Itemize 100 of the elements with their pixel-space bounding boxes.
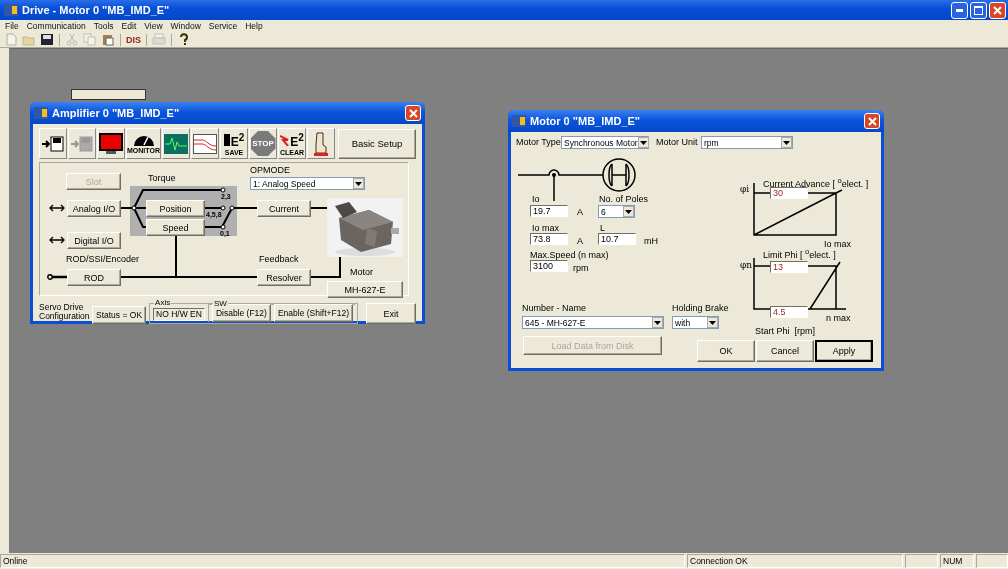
poles-dropdown[interactable]: 6 [598, 205, 635, 218]
close-icon [408, 108, 418, 118]
close-button[interactable] [405, 105, 421, 121]
opmode-label: OPMODE [250, 165, 290, 175]
menu-item[interactable]: View [144, 21, 163, 31]
number-name-dropdown[interactable]: 645 - MH-627-E [522, 316, 664, 329]
app-logo-icon [34, 107, 48, 119]
motor-type-label: Motor Type [516, 137, 561, 147]
window-title: Amplifier 0 "MB_IMD_E" [52, 107, 180, 119]
double-arrow-icon [49, 204, 65, 212]
exit-button[interactable]: Exit [366, 303, 416, 324]
io-max-label: Io max [532, 223, 559, 233]
curves-tool-button[interactable] [191, 128, 219, 159]
status-text: NUM [940, 554, 974, 568]
current-advance-field[interactable]: 30 [770, 187, 808, 199]
analog-io-button[interactable]: Analog I/O [67, 200, 121, 217]
dis-button[interactable]: DIS [125, 32, 142, 47]
unit-label: rpm [573, 263, 589, 273]
status-pane [905, 554, 938, 568]
rod-button[interactable]: ROD [67, 269, 121, 286]
inductance-field[interactable]: 10.7 [598, 233, 636, 245]
start-phi-field[interactable]: 4.5 [770, 306, 808, 318]
menu-item[interactable]: Communication [26, 21, 86, 31]
status-pane [976, 554, 1008, 568]
start-phi-label: Start Phi [rpm] [755, 326, 816, 336]
motor-button[interactable]: MH-627-E [327, 281, 403, 298]
hand-tool-button[interactable] [307, 128, 335, 159]
maximize-button[interactable] [970, 1, 987, 19]
folder-icon [22, 33, 36, 46]
paste-icon [101, 33, 115, 46]
save-button[interactable] [39, 32, 55, 47]
motor-unit-dropdown[interactable]: rpm [701, 136, 793, 149]
configuration-label: Servo Drive Configuration [39, 302, 89, 321]
question-mark-icon [177, 33, 191, 46]
torque-label: Torque [148, 173, 176, 183]
poles-label: No. of Poles [599, 194, 649, 204]
dropdown-arrow-icon [654, 320, 661, 325]
lightning-icon [280, 133, 290, 146]
menu-item[interactable]: Window [170, 21, 201, 31]
unit-label: A [577, 236, 583, 246]
eeprom-glyph: E$^{2}$ [230, 131, 245, 148]
limit-phi-field[interactable]: 13 [770, 261, 808, 273]
printer-icon [152, 33, 166, 46]
minimize-button[interactable] [951, 1, 968, 19]
paste-button[interactable] [100, 32, 116, 47]
menu-item[interactable]: Help [245, 21, 263, 31]
sw-legend: SW [212, 299, 228, 308]
dialog-button[interactable]: OK [697, 340, 755, 362]
arrow-floppy-icon [41, 134, 65, 153]
max-speed-label: Max.Speed (n max) [530, 250, 609, 260]
axis-legend: Axis [154, 298, 172, 307]
basic-setup-button[interactable]: Basic Setup [338, 128, 416, 159]
motor-unit-label: Motor Unit [656, 137, 698, 147]
dropdown-arrow-icon [625, 209, 632, 214]
copy-icon [83, 33, 97, 46]
motor-type-dropdown[interactable]: Synchronous Motor [561, 136, 649, 149]
io-max-field[interactable]: 73.8 [530, 233, 568, 245]
phi-symbol: φn [740, 260, 753, 270]
axis-label: Io max [824, 239, 851, 249]
enable-button[interactable]: Enable (Shift+F12) [273, 304, 354, 322]
double-arrow-icon [49, 236, 65, 244]
document-icon [4, 33, 18, 46]
speed-button[interactable]: Speed [146, 219, 205, 236]
number-name-label: Number - Name [522, 303, 586, 313]
holding-brake-dropdown[interactable]: with [672, 316, 719, 329]
gauge-icon [132, 133, 155, 146]
dropdown-arrow-icon [709, 320, 716, 325]
unit-label: mH [644, 236, 658, 246]
menu-item[interactable]: File [5, 21, 19, 31]
close-button[interactable] [989, 1, 1006, 19]
axis-state: NO H/W EN [153, 308, 205, 321]
opmode-dropdown[interactable]: 1: Analog Speed [250, 177, 365, 190]
unit-label: A [577, 207, 583, 217]
phi-symbol: φi [740, 184, 750, 194]
to-disk-tool-button[interactable] [39, 128, 67, 159]
oscilloscope-icon [164, 133, 188, 154]
maximize-icon [974, 5, 983, 15]
menu-item[interactable]: Service [208, 21, 238, 31]
position-button[interactable]: Position [146, 200, 205, 217]
dialog-button[interactable]: Cancel [756, 340, 814, 362]
scope-tool-button[interactable] [162, 128, 190, 159]
minimized-window[interactable] [71, 89, 146, 100]
dropdown-arrow-icon [355, 181, 362, 186]
motor-label: Motor [350, 267, 373, 277]
io-field[interactable]: 19.7 [530, 205, 568, 217]
minimize-icon [956, 8, 963, 12]
digital-io-button[interactable]: Digital I/O [67, 232, 121, 249]
limit-phi-label: Limit Phi [ $^{o}$elect. ] [763, 247, 836, 260]
menu-item[interactable]: Tools [93, 21, 114, 31]
inductance-label: L [600, 223, 605, 233]
screen-tool-button[interactable] [97, 128, 125, 159]
dialog-button[interactable]: Apply [815, 340, 873, 362]
window-title: Motor 0 "MB_IMD_E" [530, 115, 641, 127]
current-button[interactable]: Current [257, 200, 311, 217]
resolver-button[interactable]: Resolver [257, 269, 311, 286]
close-button[interactable] [864, 113, 880, 129]
menu-item[interactable]: Edit [121, 21, 137, 31]
status-button[interactable]: Status = OK [92, 306, 147, 324]
max-speed-field[interactable]: 3100 [530, 260, 568, 272]
arrow-floppy-icon [70, 134, 94, 153]
